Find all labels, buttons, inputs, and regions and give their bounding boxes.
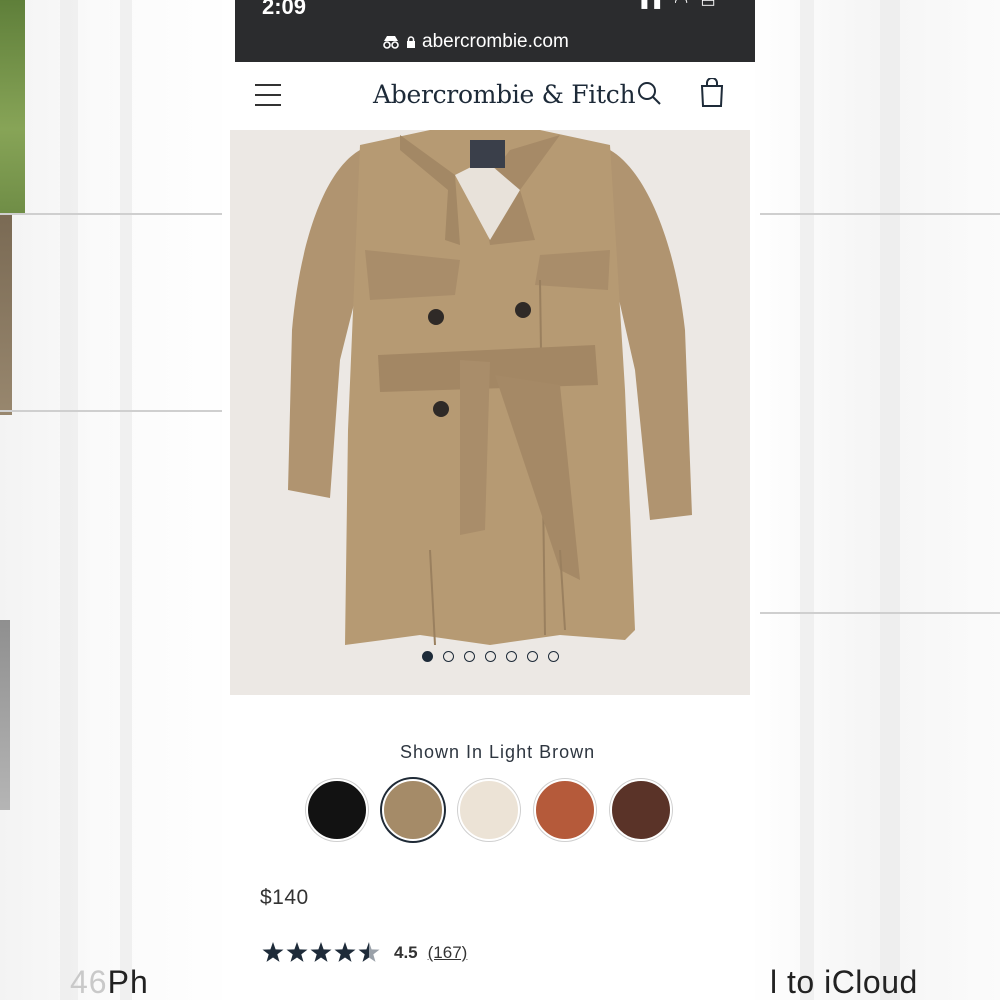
swatch-black[interactable] <box>306 779 368 841</box>
background-stripe <box>60 0 78 1000</box>
carousel-dot[interactable] <box>527 651 538 662</box>
image-carousel-dots <box>422 651 559 662</box>
overlay-text-left: 46Ph <box>70 964 149 1001</box>
product-image[interactable] <box>230 130 750 695</box>
rating-stars <box>262 941 382 965</box>
status-icons: ▮▮ ◠ ▭ <box>640 0 720 12</box>
background-stripe <box>120 0 132 1000</box>
star-icon <box>262 942 284 962</box>
menu-icon[interactable] <box>255 84 281 108</box>
carousel-dot[interactable] <box>485 651 496 662</box>
overlay-text-right: l to iCloud <box>770 964 918 1000</box>
swatch-rust[interactable] <box>534 779 596 841</box>
stars-graphic <box>262 942 380 962</box>
product-rating: 4.5 (167) <box>262 941 467 965</box>
color-swatches <box>306 779 672 841</box>
shown-in-label: Shown In Light Brown <box>400 742 596 762</box>
background-stripe <box>800 0 814 1000</box>
background-line <box>0 410 225 412</box>
rating-value: 4.5 <box>394 943 418 962</box>
privacy-icon <box>383 36 399 49</box>
background-edge <box>0 620 10 810</box>
address-bar[interactable]: abercrombie.com <box>382 31 569 53</box>
brand-logo[interactable]: Abercrombie & Fitch <box>373 80 636 109</box>
wifi-icon: ◠ <box>674 0 693 11</box>
star-icon <box>334 942 356 962</box>
battery-icon: ▭ <box>700 0 720 11</box>
status-time: 2:09 <box>262 0 307 19</box>
background-stripe <box>880 0 900 1000</box>
star-icon <box>358 942 380 962</box>
background-grass <box>0 0 25 215</box>
lock-icon <box>407 35 415 48</box>
star-icon <box>286 942 308 962</box>
url-text: abercrombie.com <box>422 31 569 52</box>
star-icon <box>310 942 332 962</box>
carousel-dot[interactable] <box>443 651 454 662</box>
background-right-panel <box>750 0 1000 1000</box>
swatch-cream[interactable] <box>458 779 520 841</box>
overlay-text-dark: Ph <box>107 964 149 1000</box>
shopping-bag-icon[interactable] <box>699 77 725 113</box>
carousel-dot[interactable] <box>548 651 559 662</box>
search-icon[interactable] <box>636 80 662 111</box>
background-edge <box>0 215 12 415</box>
background-line <box>760 213 1000 215</box>
background-line <box>0 213 225 215</box>
signal-icon: ▮▮ <box>640 0 666 11</box>
carousel-dot[interactable] <box>464 651 475 662</box>
carousel-dot[interactable] <box>422 651 433 662</box>
swatch-dark-brown[interactable] <box>610 779 672 841</box>
product-price: $140 <box>260 886 309 909</box>
trench-coat-image <box>288 130 692 646</box>
overlay-text-faded: 46 <box>70 964 108 1000</box>
background-left-panel <box>0 0 235 1000</box>
carousel-dot[interactable] <box>506 651 517 662</box>
swatch-light-brown[interactable] <box>382 779 444 841</box>
review-count-link[interactable]: (167) <box>428 943 468 963</box>
background-line <box>760 612 1000 614</box>
